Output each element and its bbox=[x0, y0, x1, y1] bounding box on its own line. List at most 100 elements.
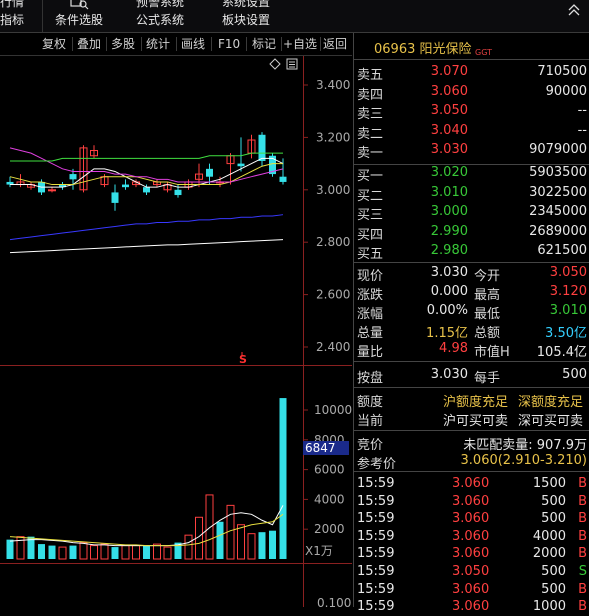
stat-row: 按盘 3.030 每手 500 bbox=[357, 367, 587, 386]
stat-row: 总量 1.15亿 总额 3.50亿 bbox=[354, 321, 589, 341]
double-chevron-up-icon[interactable] bbox=[566, 3, 582, 17]
tick-side: B bbox=[578, 528, 587, 544]
chart-marks bbox=[6, 132, 287, 560]
volume-tick-label: 10000 bbox=[314, 403, 352, 417]
ask-volume: 90000 bbox=[545, 83, 587, 99]
candle-body-down bbox=[143, 187, 150, 193]
ask-volume: -- bbox=[577, 103, 587, 118]
volume-bar-down bbox=[279, 398, 287, 559]
sell-marker-label: S bbox=[239, 353, 247, 366]
kline-chart[interactable]: 3.4003.2003.0002.8002.6002.400 100008000… bbox=[0, 56, 352, 607]
total-volume: 1.15亿 bbox=[426, 326, 468, 341]
ask-row[interactable]: 卖一 3.030 9079000 bbox=[354, 141, 589, 161]
volume-bar-down bbox=[38, 544, 45, 559]
volume-ratio: 4.98 bbox=[439, 341, 468, 356]
btn-multi-stock[interactable]: 多股 bbox=[111, 36, 135, 52]
bid-volume: 2689000 bbox=[529, 223, 587, 239]
bid-row[interactable]: 买四 2.990 2689000 bbox=[354, 223, 589, 243]
btn-overlay[interactable]: 叠加 bbox=[77, 36, 101, 52]
btn-draw-line[interactable]: 画线 bbox=[181, 36, 205, 52]
stat-row: 涨幅 0.00% 最低 3.010 bbox=[357, 303, 587, 322]
volume-bar-up bbox=[153, 543, 161, 560]
ask-label: 卖三 bbox=[357, 107, 384, 122]
menu-condition-screen[interactable]: 条件选股 bbox=[55, 11, 103, 28]
ask-volume: -- bbox=[577, 122, 587, 138]
bid-row[interactable]: 买二 3.010 3022500 bbox=[354, 184, 589, 204]
menu-formula-system[interactable]: 公式系统 bbox=[136, 11, 184, 28]
ref-price-row: 参考价 3.060(2.910-3.210) bbox=[357, 453, 587, 472]
bid-row[interactable]: 买五 2.980 621500 bbox=[354, 242, 589, 262]
tick-time: 15:59 bbox=[357, 528, 395, 544]
bid-label: 买三 bbox=[357, 208, 384, 223]
menu-quotes[interactable]: 行情 bbox=[0, 0, 24, 10]
bid-row[interactable]: 买一 3.020 5903500 bbox=[354, 164, 589, 184]
tick-price: 3.060 bbox=[452, 546, 490, 562]
volume-bar-up bbox=[90, 545, 98, 560]
tick-side: B bbox=[578, 581, 587, 597]
menu-alert-system[interactable]: 预警系统 bbox=[136, 0, 184, 10]
divider bbox=[354, 387, 589, 388]
chart-toolbar: 复权 叠加 多股 统计 画线 F10 标记 +自选 返回 bbox=[0, 33, 352, 56]
tick-row: 15:59 3.060 1000 B bbox=[354, 598, 589, 616]
last-price: 3.030 bbox=[430, 265, 468, 280]
btn-f10[interactable]: F10 bbox=[218, 36, 240, 52]
menu-block-settings[interactable]: 板块设置 bbox=[222, 11, 270, 28]
ask-row[interactable]: 卖五 3.070 710500 bbox=[354, 63, 589, 83]
divider bbox=[354, 430, 589, 431]
ask-label: 卖一 bbox=[357, 146, 384, 161]
tick-volume: 500 bbox=[541, 581, 566, 597]
volume-bar-down bbox=[6, 539, 14, 559]
candle-body-down bbox=[206, 168, 213, 177]
tick-price: 3.060 bbox=[452, 511, 490, 527]
bid-row[interactable]: 买三 3.000 2345000 bbox=[354, 203, 589, 223]
candle-body-down bbox=[258, 134, 266, 161]
tick-price: 3.060 bbox=[452, 581, 490, 597]
menu-system-settings[interactable]: 系统设置 bbox=[222, 0, 270, 10]
change: 0.000 bbox=[430, 284, 468, 299]
btn-add-watchlist[interactable]: +自选 bbox=[283, 36, 317, 52]
ma10-line bbox=[9, 163, 283, 186]
lot-size: 500 bbox=[562, 367, 587, 382]
menu-indicators[interactable]: 指标 bbox=[0, 11, 24, 28]
toolbar-divider bbox=[72, 37, 73, 51]
btn-mark[interactable]: 标记 bbox=[252, 36, 276, 52]
open-price: 3.050 bbox=[549, 265, 587, 280]
btn-statistics[interactable]: 统计 bbox=[146, 36, 170, 52]
bid-price: 3.000 bbox=[430, 204, 468, 219]
quota-row: 额度 沪额度充足 深额度充足 bbox=[354, 390, 589, 410]
tick-price: 3.050 bbox=[452, 564, 490, 579]
tick-volume: 2000 bbox=[532, 546, 566, 562]
tick-time: 15:59 bbox=[357, 581, 395, 597]
sz-quota: 深额度充足 bbox=[518, 395, 584, 410]
candle-body-down bbox=[174, 189, 182, 196]
ask-row[interactable]: 卖四 3.060 90000 bbox=[354, 83, 589, 103]
price-tick-label: 3.200 bbox=[316, 130, 350, 144]
tick-row: 15:59 3.060 1500 B bbox=[354, 475, 589, 493]
volume-bar-up bbox=[247, 533, 256, 560]
ask-price: 3.050 bbox=[430, 103, 468, 118]
quote-title: 06963 阳光保险 GGT bbox=[354, 33, 589, 60]
ask-row[interactable]: 卖二 3.040 -- bbox=[354, 122, 589, 142]
tick-row: 15:59 3.060 500 B bbox=[354, 581, 589, 599]
bid-volume: 2345000 bbox=[529, 204, 587, 219]
quota-row: 当前 沪可买可卖 深可买可卖 bbox=[354, 409, 589, 429]
price-tick-label: 2.800 bbox=[316, 235, 350, 249]
candle-body-down bbox=[122, 184, 129, 188]
tick-price: 3.060 bbox=[452, 476, 490, 491]
diamond-icon[interactable] bbox=[269, 58, 281, 70]
stock-screen-icon[interactable] bbox=[70, 0, 90, 11]
ask-row[interactable]: 卖三 3.050 -- bbox=[354, 102, 589, 122]
candle-body-down bbox=[279, 176, 287, 182]
volume-bar-up bbox=[163, 546, 172, 560]
btn-adjust[interactable]: 复权 bbox=[42, 36, 66, 52]
price-tick-label: 3.400 bbox=[316, 78, 350, 92]
stat-row: 量比 4.98 市值H 105.4亿 bbox=[357, 341, 587, 360]
tick-price: 3.060 bbox=[452, 493, 490, 509]
quote-panel: 06963 阳光保险 GGT 卖五 3.070 710500 卖四 3.060 90000… bbox=[353, 33, 589, 614]
candle-body-down bbox=[111, 192, 119, 203]
bid-volume: 3022500 bbox=[529, 184, 587, 200]
kline-chart-area[interactable]: 3.400 3.200 3.000 2.800 2.600 2.400 10000 8000… bbox=[0, 56, 352, 607]
tick-row: 15:59 3.050 500 S bbox=[354, 563, 589, 581]
sh-trade-status: 沪可买可卖 bbox=[443, 414, 509, 429]
btn-back[interactable]: 返回 bbox=[323, 36, 347, 52]
